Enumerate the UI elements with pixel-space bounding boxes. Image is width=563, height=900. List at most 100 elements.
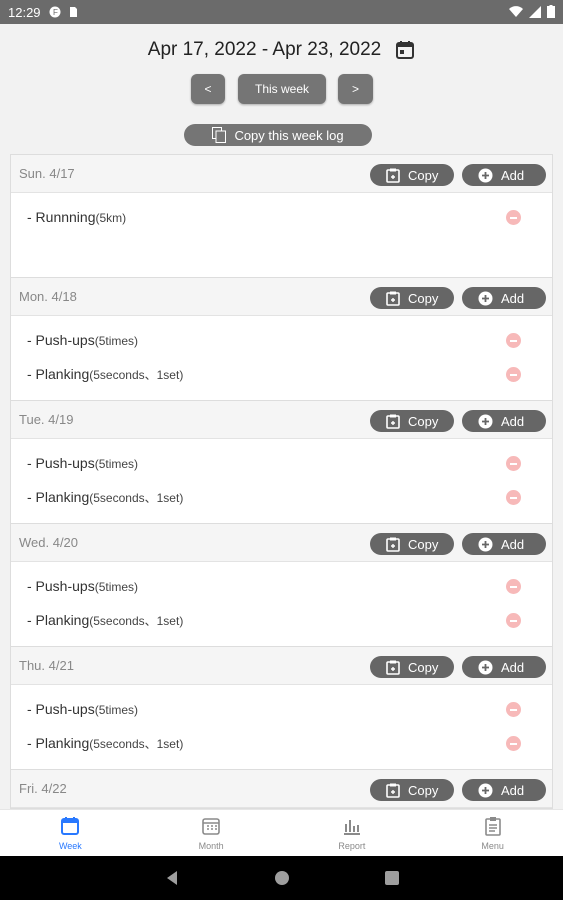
battery-icon (547, 5, 555, 18)
remove-entry-icon[interactable] (506, 367, 521, 382)
copy-day-button[interactable]: Copy (370, 656, 454, 678)
remove-entry-icon[interactable] (506, 736, 521, 751)
entry-name: - Push-ups (27, 701, 95, 717)
copy-week-log-button[interactable]: Copy this week log (184, 124, 372, 146)
day-section: Fri. 4/22CopyAdd- Push-ups(5times) (11, 770, 552, 808)
add-day-button[interactable]: Add (462, 779, 546, 801)
list-item[interactable]: - Planking(5seconds、1set) (11, 727, 552, 761)
add-day-label: Add (501, 782, 525, 798)
entry-list: - Push-ups(5times) - Planking(5seconds、1s… (11, 562, 552, 646)
entry-text: - Planking(5seconds、1set) (27, 735, 183, 752)
entry-name: - Push-ups (27, 332, 95, 348)
list-item[interactable]: - Push-ups(5times) (11, 570, 552, 604)
prev-week-button[interactable]: < (191, 74, 225, 104)
copy-day-label: Copy (408, 536, 439, 552)
bottom-nav: Week Month Report Menu (0, 809, 563, 856)
list-item[interactable]: - Push-ups(5times) (11, 693, 552, 727)
list-item[interactable]: - Push-ups(5times) (11, 447, 552, 481)
day-section: Tue. 4/19 Copy Add - Push-ups(5times) - Plan… (11, 401, 552, 524)
remove-entry-icon[interactable] (506, 579, 521, 594)
remove-entry-icon[interactable] (506, 702, 521, 717)
back-icon[interactable] (165, 870, 179, 886)
week-nav: < This week > (0, 74, 563, 104)
status-right (509, 5, 555, 18)
tab-report[interactable]: Report (282, 810, 423, 856)
next-week-button[interactable]: > (338, 74, 373, 104)
add-day-button[interactable]: Add (462, 533, 546, 555)
tab-label: Week (58, 841, 82, 851)
day-header: Fri. 4/22 Copy Add (11, 770, 552, 808)
clipboard-copy-icon (386, 414, 400, 429)
tab-month[interactable]: Month (141, 810, 282, 856)
list-item[interactable]: - Planking(5seconds、1set) (11, 604, 552, 638)
list-item[interactable]: - Runnning(5km) (11, 201, 552, 235)
status-time: 12:29 (8, 4, 41, 20)
add-circle-icon (478, 168, 493, 182)
entry-detail: (5times) (94, 703, 139, 717)
add-day-label: Add (501, 167, 525, 183)
day-label: Mon. 4/18 (19, 289, 77, 304)
copy-day-button[interactable]: Copy (370, 779, 454, 801)
copy-day-button[interactable]: Copy (370, 533, 454, 555)
day-label: Tue. 4/19 (19, 412, 74, 427)
copy-day-label: Copy (408, 413, 439, 429)
remove-entry-icon[interactable] (506, 333, 521, 348)
add-day-button[interactable]: Add (462, 656, 546, 678)
list-item[interactable]: - Planking(5seconds、1set) (11, 481, 552, 515)
add-day-button[interactable]: Add (462, 164, 546, 186)
remove-entry-icon[interactable] (506, 210, 521, 225)
week-header: Apr 17, 2022 - Apr 23, 2022 < This week … (0, 24, 563, 152)
day-header: Thu. 4/21 Copy Add (11, 647, 552, 685)
add-day-label: Add (501, 659, 525, 675)
remove-entry-icon[interactable] (506, 490, 521, 505)
recents-icon[interactable] (384, 871, 399, 885)
signal-icon (529, 5, 541, 18)
remove-entry-icon[interactable] (506, 456, 521, 471)
entry-detail: (5times) (94, 334, 139, 348)
calendar-month-icon (201, 816, 221, 841)
tab-label: Report (338, 841, 366, 851)
svg-text:F: F (53, 8, 58, 17)
entry-detail: (5seconds、1set) (89, 614, 184, 628)
add-day-label: Add (501, 413, 525, 429)
sd-card-icon (69, 7, 77, 17)
entry-name: - Runnning (27, 209, 96, 225)
home-icon[interactable] (274, 870, 290, 886)
add-day-button[interactable]: Add (462, 287, 546, 309)
clipboard-copy-icon (386, 660, 400, 675)
entry-detail: (5seconds、1set) (89, 368, 184, 382)
day-label: Fri. 4/22 (19, 781, 67, 796)
entry-list: - Runnning(5km) (11, 193, 552, 277)
clipboard-copy-icon (386, 168, 400, 183)
copy-day-button[interactable]: Copy (370, 164, 454, 186)
remove-entry-icon[interactable] (506, 613, 521, 628)
this-week-button[interactable]: This week (238, 74, 326, 104)
status-bar: 12:29 F (0, 0, 563, 24)
empty-row (11, 235, 552, 269)
entry-name: - Push-ups (27, 578, 95, 594)
entry-text: - Runnning(5km) (27, 209, 126, 225)
entry-detail: (5seconds、1set) (89, 737, 184, 751)
add-day-button[interactable]: Add (462, 410, 546, 432)
add-circle-icon (478, 291, 493, 305)
add-day-label: Add (501, 536, 525, 552)
system-nav-bar (0, 856, 563, 900)
copy-icon (212, 127, 227, 143)
tab-menu[interactable]: Menu (422, 810, 563, 856)
tab-week[interactable]: Week (0, 810, 141, 856)
day-section: Thu. 4/21 Copy Add - Push-ups(5times) - Plan… (11, 647, 552, 770)
day-section: Wed. 4/20 Copy Add - Push-ups(5times) - Plan… (11, 524, 552, 647)
entry-detail: (5km) (95, 211, 127, 225)
entry-name: - Push-ups (27, 455, 95, 471)
copy-day-button[interactable]: Copy (370, 287, 454, 309)
copy-week-log-label: Copy this week log (234, 127, 344, 143)
entry-list: - Push-ups(5times) - Planking(5seconds、1s… (11, 685, 552, 769)
copy-day-button[interactable]: Copy (370, 410, 454, 432)
list-item[interactable]: - Push-ups(5times) (11, 324, 552, 358)
list-item[interactable]: - Planking(5seconds、1set) (11, 358, 552, 392)
add-circle-icon (478, 537, 493, 551)
day-list[interactable]: Sun. 4/17 Copy Add - Runnning(5km) Mon. 4/18… (10, 154, 553, 809)
calendar-picker-icon[interactable] (395, 40, 415, 60)
clipboard-copy-icon (386, 783, 400, 798)
calendar-week-icon (60, 816, 80, 841)
